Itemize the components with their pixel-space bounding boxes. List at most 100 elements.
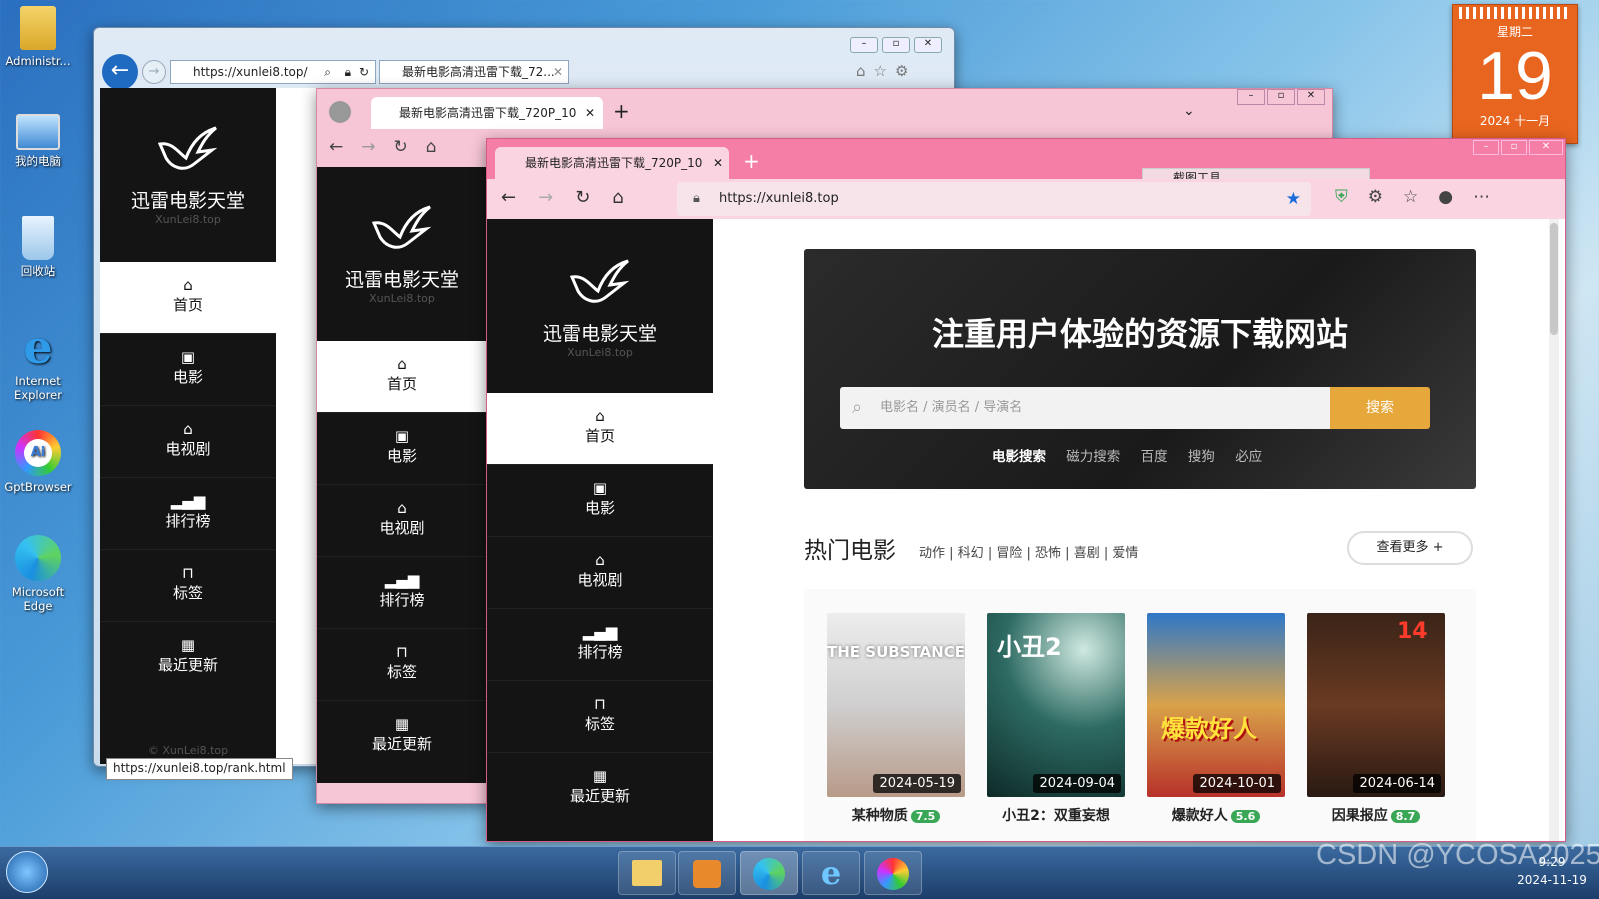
minimize-button[interactable]: –	[1237, 89, 1265, 105]
gpt-logo[interactable]: 迅雷电影天堂 XunLei8.top	[317, 167, 487, 341]
nav-item-film[interactable]: ▣ 电影	[487, 465, 713, 537]
desktop-icon-gptbrowser[interactable]: Ai GptBrowser	[4, 430, 72, 494]
search-input[interactable]: 电影名 / 演员名 / 导演名	[880, 400, 1022, 415]
taskbar-gptbrowser[interactable]	[864, 851, 922, 895]
nav-item-rank[interactable]: ▂▄▆ 排行榜	[487, 609, 713, 681]
nav-item-home[interactable]: ⌂ 首页	[317, 341, 487, 413]
clock[interactable]: 9:29 2024-11-19	[1508, 853, 1596, 889]
nav-item-film[interactable]: ▣ 电影	[100, 334, 276, 406]
nav-item-recent[interactable]: ▦ 最近更新	[317, 701, 487, 773]
favorite-star-icon[interactable]: ★	[1286, 182, 1301, 216]
nav-item-tv[interactable]: ⌂ 电视剧	[100, 406, 276, 478]
maximize-button[interactable]: ▫	[1267, 89, 1295, 105]
forward-button[interactable]: →	[361, 137, 393, 157]
nav-item-rank[interactable]: ▂▄▆ 排行榜	[100, 478, 276, 550]
movie-title[interactable]: 因果报应 8.7	[1311, 805, 1441, 825]
view-more-button[interactable]: 查看更多 +	[1347, 531, 1473, 565]
nav-item-tags[interactable]: ⊓ 标签	[100, 550, 276, 622]
back-button[interactable]: ←	[102, 54, 138, 90]
movie-poster[interactable]: 14 2024-06-14	[1307, 613, 1445, 797]
search-type-baidu[interactable]: 百度	[1141, 449, 1168, 465]
new-tab-button[interactable]: +	[743, 149, 760, 173]
minimize-button[interactable]: –	[850, 37, 878, 53]
search-type-magnet[interactable]: 磁力搜索	[1066, 449, 1120, 465]
nav-item-recent[interactable]: ▦ 最近更新	[487, 753, 713, 825]
shield-icon[interactable]: ⛨	[1335, 187, 1368, 207]
close-tab-icon[interactable]: ✕	[553, 61, 563, 83]
scrollbar-thumb[interactable]	[1550, 223, 1558, 335]
nav-item-film[interactable]: ▣ 电影	[317, 413, 487, 485]
nav-item-recent[interactable]: ▦ 最近更新	[100, 622, 276, 694]
movie-title[interactable]: 爆款好人 5.6	[1151, 805, 1281, 825]
home-icon[interactable]: ⌂	[856, 62, 874, 80]
taskbar-media-player[interactable]	[678, 851, 736, 895]
desktop-icon-edge[interactable]: Microsoft Edge	[4, 535, 72, 613]
close-button[interactable]: ✕	[914, 37, 942, 53]
reload-button[interactable]: ↻	[394, 137, 426, 157]
extensions-icon[interactable]: ⚙	[1368, 187, 1403, 207]
maximize-button[interactable]: ▫	[1501, 140, 1527, 155]
desktop-icon-recycle-bin[interactable]: 回收站	[4, 216, 72, 278]
gear-icon[interactable]: ⚙	[895, 62, 916, 80]
site-logo[interactable]: 迅雷电影天堂 XunLei8.top	[487, 219, 713, 393]
edge-address-bar[interactable]: 🔒︎ https://xunlei8.top ★	[677, 182, 1311, 216]
nav-item-tv[interactable]: ⌂ 电视剧	[317, 485, 487, 557]
movie-title[interactable]: 某种物质 7.5	[831, 805, 961, 825]
edge-tab[interactable]: 最新电影高清迅雷下载_720P_10 ✕	[495, 147, 729, 179]
nav-item-home[interactable]: ⌂ 首页	[100, 262, 276, 334]
back-button[interactable]: ←	[329, 137, 361, 157]
genre-link[interactable]: 科幻	[958, 546, 984, 561]
nav-item-tv[interactable]: ⌂ 电视剧	[487, 537, 713, 609]
forward-button[interactable]: →	[142, 60, 166, 84]
home-button[interactable]: ⌂	[426, 137, 455, 157]
forward-button[interactable]: →	[538, 187, 575, 208]
nav-label: 排行榜	[165, 512, 211, 530]
genre-link[interactable]: 喜剧	[1074, 546, 1100, 561]
home-button[interactable]: ⌂	[612, 187, 645, 208]
favorites-icon[interactable]: ☆	[1403, 187, 1438, 207]
taskbar-edge[interactable]	[740, 851, 798, 895]
search-type-bing[interactable]: 必应	[1235, 449, 1262, 465]
search-box[interactable]: ⌕ 电影名 / 演员名 / 导演名	[840, 387, 1330, 429]
page-scrollbar[interactable]	[1549, 219, 1559, 841]
minimize-button[interactable]: –	[1473, 140, 1499, 155]
taskbar-ie[interactable]: e	[802, 851, 860, 895]
ie-tab[interactable]: 最新电影高清迅雷下载_72... ✕	[379, 60, 569, 84]
ie-address-bar[interactable]: https://xunlei8.top/ ⌕ 🔒︎ ↻	[170, 60, 376, 84]
nav-item-home[interactable]: ⌂ 首页	[487, 393, 713, 465]
movie-poster[interactable]: 小丑2 2024-09-04	[987, 613, 1125, 797]
start-button[interactable]	[6, 851, 48, 893]
nav-item-rank[interactable]: ▂▄▆ 排行榜	[317, 557, 487, 629]
nav-item-tags[interactable]: ⊓ 标签	[317, 629, 487, 701]
movie-poster[interactable]: 爆款好人 2024-10-01	[1147, 613, 1285, 797]
genre-link[interactable]: 动作	[919, 546, 945, 561]
star-icon[interactable]: ☆	[874, 62, 895, 80]
movie-poster[interactable]: THE SUBSTANCE 2024-05-19	[827, 613, 965, 797]
back-button[interactable]: ←	[501, 187, 538, 208]
close-tab-icon[interactable]: ✕	[713, 147, 723, 179]
desktop-icon-computer[interactable]: 我的电脑	[4, 114, 72, 168]
close-button[interactable]: ✕	[1297, 89, 1325, 105]
gpt-tab[interactable]: 最新电影高清迅雷下载_720P_10 ✕	[371, 97, 603, 129]
search-type-movie[interactable]: 电影搜索	[992, 449, 1046, 465]
desktop-icon-admin[interactable]: Administr...	[4, 6, 72, 68]
search-button[interactable]: 搜索	[1330, 387, 1430, 429]
desktop-icon-ie[interactable]: e Internet Explorer	[4, 324, 72, 402]
search-type-sogou[interactable]: 搜狗	[1188, 449, 1215, 465]
profile-avatar[interactable]	[329, 101, 351, 123]
profile-icon[interactable]: ●	[1438, 187, 1473, 207]
ie-logo[interactable]: 迅雷电影天堂 XunLei8.top	[100, 88, 276, 262]
more-icon[interactable]: ⋯	[1473, 187, 1510, 207]
taskbar-explorer[interactable]	[618, 851, 676, 895]
nav-item-tags[interactable]: ⊓ 标签	[487, 681, 713, 753]
close-button[interactable]: ✕	[1529, 140, 1563, 155]
reload-button[interactable]: ↻	[575, 187, 612, 208]
genre-link[interactable]: 冒险	[996, 546, 1022, 561]
genre-link[interactable]: 爱情	[1112, 546, 1138, 561]
tab-list-chevron-icon[interactable]: ⌄	[1183, 103, 1195, 119]
maximize-button[interactable]: ▫	[882, 37, 910, 53]
genre-link[interactable]: 恐怖	[1035, 546, 1061, 561]
movie-title[interactable]: 小丑2：双重妄想	[987, 805, 1125, 825]
close-tab-icon[interactable]: ✕	[585, 97, 595, 129]
new-tab-button[interactable]: +	[613, 99, 630, 123]
